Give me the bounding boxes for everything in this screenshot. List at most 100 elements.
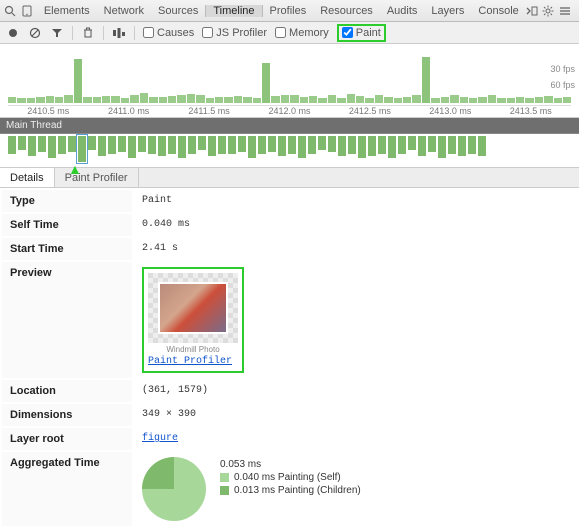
main-thread-block[interactable]	[118, 136, 126, 152]
main-thread-block[interactable]	[388, 136, 396, 158]
overview-bar	[281, 95, 289, 103]
dimensions-value: 349 × 390	[134, 404, 577, 426]
main-thread-block[interactable]	[48, 136, 56, 158]
main-thread-block[interactable]	[248, 136, 256, 158]
overview-bar	[140, 93, 148, 103]
main-thread-block[interactable]	[8, 136, 16, 154]
tab-sources[interactable]: Sources	[151, 5, 205, 17]
main-thread-block[interactable]	[408, 136, 416, 150]
memory-checkbox[interactable]: Memory	[275, 27, 329, 39]
overview-bar	[149, 97, 157, 103]
main-thread-block[interactable]	[398, 136, 406, 154]
main-thread-block[interactable]	[468, 136, 476, 154]
clear-icon[interactable]	[28, 26, 42, 40]
gear-icon[interactable]	[542, 3, 554, 19]
main-thread-block[interactable]	[238, 136, 246, 152]
main-thread-block[interactable]	[88, 136, 96, 150]
preview-highlight: Windmill Photo Paint Profiler	[142, 267, 244, 373]
main-thread-block[interactable]	[178, 136, 186, 158]
tab-timeline[interactable]: Timeline	[205, 5, 262, 17]
main-thread-block[interactable]	[218, 136, 226, 154]
overview-bar	[159, 97, 167, 103]
main-thread-block[interactable]	[348, 136, 356, 154]
record-icon[interactable]	[6, 26, 20, 40]
main-thread-block[interactable]	[28, 136, 36, 156]
main-thread-block[interactable]	[68, 136, 76, 152]
separator	[134, 26, 135, 40]
main-thread-block[interactable]	[478, 136, 486, 156]
main-thread-block[interactable]	[258, 136, 266, 154]
main-thread-block[interactable]	[308, 136, 316, 154]
main-thread-block[interactable]	[288, 136, 296, 154]
overview-bar	[460, 97, 468, 103]
search-icon[interactable]	[4, 3, 16, 19]
overview-bar	[544, 96, 552, 103]
overview-bar	[196, 95, 204, 103]
main-thread-block[interactable]	[108, 136, 116, 154]
main-thread-block[interactable]	[158, 136, 166, 156]
main-thread-block[interactable]	[228, 136, 236, 154]
main-thread-block[interactable]	[418, 136, 426, 156]
overview-chart[interactable]: 30 fps 60 fps 2410.5 ms2411.0 ms2411.5 m…	[0, 44, 579, 118]
main-thread-block[interactable]	[298, 136, 306, 158]
tab-profiles[interactable]: Profiles	[263, 5, 314, 17]
main-thread-block[interactable]	[458, 136, 466, 156]
overview-bar	[83, 97, 91, 103]
starttime-label: Start Time	[2, 238, 132, 260]
overview-bar	[318, 98, 326, 103]
tab-elements[interactable]: Elements	[37, 5, 97, 17]
location-label: Location	[2, 380, 132, 402]
main-thread-block[interactable]	[148, 136, 156, 154]
main-thread-block[interactable]	[78, 136, 86, 162]
main-thread-block[interactable]	[208, 136, 216, 156]
main-thread-block[interactable]	[268, 136, 276, 152]
main-thread-block[interactable]	[368, 136, 376, 156]
tab-audits[interactable]: Audits	[380, 5, 425, 17]
location-value: (361, 1579)	[134, 380, 577, 402]
overview-bar	[356, 96, 364, 103]
tab-console[interactable]: Console	[471, 5, 525, 17]
main-thread-block[interactable]	[38, 136, 46, 152]
main-thread-block[interactable]	[278, 136, 286, 156]
drawer-icon[interactable]	[559, 3, 571, 19]
main-thread-block[interactable]	[438, 136, 446, 158]
gc-icon[interactable]	[81, 26, 95, 40]
swatch-children	[220, 486, 229, 495]
causes-checkbox[interactable]: Causes	[143, 27, 194, 39]
main-thread-block[interactable]	[338, 136, 346, 156]
main-thread-track[interactable]: ▲	[0, 134, 579, 168]
main-thread-block[interactable]	[98, 136, 106, 156]
main-thread-block[interactable]	[188, 136, 196, 154]
paint-checkbox-highlight: Paint	[337, 24, 386, 42]
paint-profiler-link[interactable]: Paint Profiler	[148, 356, 238, 367]
tab-resources[interactable]: Resources	[313, 5, 380, 17]
tab-network[interactable]: Network	[97, 5, 151, 17]
main-thread-block[interactable]	[18, 136, 26, 150]
overview-bar	[168, 96, 176, 103]
filter-icon[interactable]	[50, 26, 64, 40]
jsprofiler-checkbox[interactable]: JS Profiler	[202, 27, 267, 39]
main-thread-block[interactable]	[428, 136, 436, 152]
layerroot-link[interactable]: figure	[142, 433, 569, 444]
overview-bar	[365, 98, 373, 103]
main-thread-block[interactable]	[448, 136, 456, 154]
overview-bar	[271, 96, 279, 103]
paint-checkbox[interactable]: Paint	[342, 27, 381, 39]
console-toggle-icon[interactable]	[526, 3, 538, 19]
tab-layers[interactable]: Layers	[424, 5, 471, 17]
view-mode-icon[interactable]	[112, 26, 126, 40]
preview-thumbnail	[148, 273, 238, 343]
device-icon[interactable]	[20, 3, 32, 19]
main-thread-block[interactable]	[328, 136, 336, 152]
main-thread-block[interactable]	[358, 136, 366, 158]
main-thread-block[interactable]	[378, 136, 386, 154]
main-thread-block[interactable]	[168, 136, 176, 154]
aggregated-pie-chart	[142, 457, 206, 521]
main-thread-block[interactable]	[318, 136, 326, 150]
tab-details[interactable]: Details	[0, 168, 55, 187]
aggregated-label: Aggregated Time	[2, 452, 132, 526]
main-thread-block[interactable]	[138, 136, 146, 152]
main-thread-block[interactable]	[198, 136, 206, 150]
main-thread-block[interactable]	[58, 136, 66, 154]
main-thread-block[interactable]	[128, 136, 136, 158]
